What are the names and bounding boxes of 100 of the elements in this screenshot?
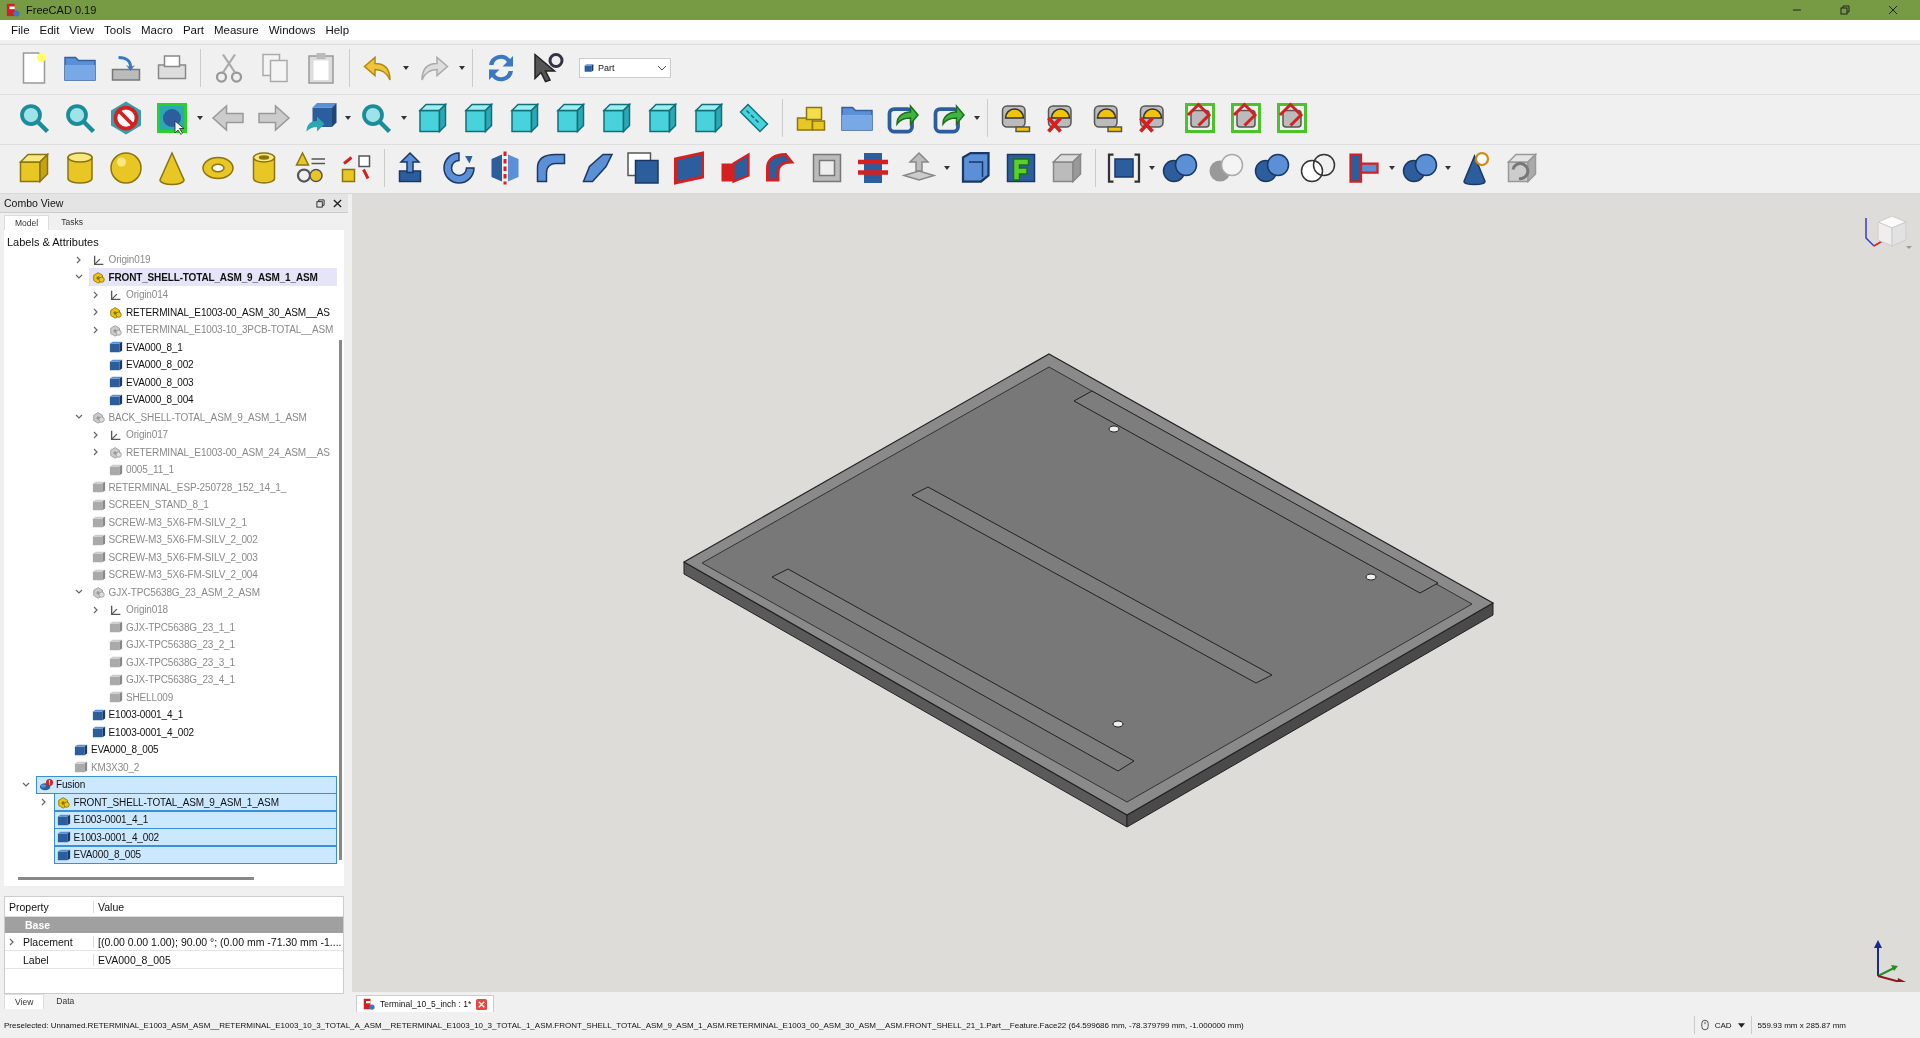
caret-icon[interactable] [197,116,203,120]
cube-icon [109,340,123,355]
tree-item[interactable]: FRONT_SHELL-TOTAL_ASM_9_ASM_1_ASM [53,793,337,812]
caret-icon[interactable] [944,166,950,170]
chevron-icon[interactable] [92,325,100,334]
tree-item[interactable]: Origin019 [88,250,337,269]
tree-item[interactable]: SCREW-M3_5X6-FM-SILV_2_003 [88,548,337,567]
menu-item[interactable]: View [64,24,100,36]
menu-item[interactable]: Macro [135,24,178,36]
tree-item[interactable]: SHELL009 [106,688,337,707]
cube-icon [91,567,106,582]
caret-icon[interactable] [1149,166,1155,170]
restore-icon[interactable] [1840,5,1850,15]
scrollbar[interactable] [339,340,342,860]
cube-icon [91,550,106,565]
tab[interactable]: Model [4,215,50,230]
caret-icon[interactable] [1445,166,1451,170]
cube-icon [91,725,106,740]
tab[interactable]: Data [46,994,85,1009]
tape-measure-icon[interactable] [1274,100,1310,136]
tree-item[interactable]: FRONT_SHELL-TOTAL_ASM_9_ASM_1_ASM [88,268,337,287]
parts-icon [91,585,106,600]
chevron-icon[interactable] [74,255,83,264]
caret-icon[interactable] [974,116,980,120]
tree-item[interactable]: EVA000_8_004 [106,390,337,409]
tree-item[interactable]: Origin018 [106,600,337,619]
tree-item[interactable]: SCREW-M3_5X6-FM-SILV_2_004 [88,565,337,584]
tree-item[interactable]: GJX-TPC5638G_23_3_1 [106,653,337,672]
menu-item[interactable]: Tools [99,24,136,36]
tree-item[interactable]: SCREEN_STAND_8_1 [88,495,337,514]
tree-item[interactable]: GJX-TPC5638G_23_ASM_2_ASM [88,583,337,602]
tree-item[interactable]: E1003-0001_4_002 [53,828,337,847]
property-value[interactable]: EVA000_8_005 [93,953,343,966]
tree-item[interactable]: 0005_11_1 [106,460,337,479]
tree-item[interactable]: GJX-TPC5638G_23_2_1 [106,635,337,654]
tape-measure-icon[interactable] [1228,100,1264,136]
tree-item[interactable]: Origin017 [106,425,337,444]
cube-icon[interactable] [1049,150,1085,186]
tree-item[interactable]: RETERMINAL_E1003-00_ASM_30_ASM__AS [106,303,337,322]
tree-item[interactable]: BACK_SHELL-TOTAL_ASM_9_ASM_1_ASM [88,408,337,427]
panel-title: Combo View [4,197,64,209]
float-icon[interactable] [316,198,325,208]
no-entry-icon[interactable] [108,100,144,136]
tree-item[interactable]: GJX-TPC5638G_23_1_1 [106,618,337,637]
tree-item[interactable]: GJX-TPC5638G_23_4_1 [106,670,337,689]
tree-item[interactable]: Fusion [36,775,337,794]
tree-item[interactable]: E1003-0001_4_1 [88,705,337,724]
document-tab[interactable]: Terminal_10_5_inch : 1* [356,995,495,1012]
chevron-icon[interactable] [8,937,16,946]
parts-icon [56,795,71,810]
tree-item[interactable]: Origin014 [106,285,337,304]
tree-item[interactable]: EVA000_8_1 [106,338,337,357]
property-value[interactable]: [(0.00 0.00 1.00); 90.00 °; (0.00 mm -71.30 mm -1.... [93,935,343,948]
sphere-icon[interactable] [108,150,144,186]
caret-icon[interactable] [1737,1022,1745,1028]
caret-icon[interactable] [459,66,465,70]
cube-icon[interactable] [16,150,52,186]
tree-item[interactable]: RETERMINAL_ESP-250728_152_14_1_ [88,478,337,497]
cube-icon [56,830,71,845]
app-logo-icon [363,998,375,1010]
menu-item[interactable]: File [6,24,35,36]
caret-icon[interactable] [401,116,407,120]
tab[interactable]: View [4,994,45,1009]
menu-item[interactable]: Part [177,24,209,36]
mouse-icon [1700,1019,1709,1031]
tree-item[interactable]: SCREW-M3_5X6-FM-SILV_2_1 [88,513,337,532]
caret-icon[interactable] [403,66,409,70]
menu-item[interactable]: Windows [263,24,321,36]
tree-item[interactable]: RETERMINAL_E1003-10_3PCB-TOTAL__ASM [106,320,337,339]
menu-item[interactable]: Help [320,24,355,36]
tape-measure-icon[interactable] [1182,100,1218,136]
chevron-icon[interactable] [92,290,100,299]
chevron-icon[interactable] [92,430,100,439]
chevron-icon[interactable] [39,798,48,807]
chevron-icon[interactable] [92,448,100,457]
menu-item[interactable]: Measure [209,24,264,36]
menu-item[interactable]: Edit [34,24,65,36]
workbench-dropdown[interactable]: Part [579,58,671,78]
close-icon[interactable] [333,198,342,208]
tab[interactable]: Tasks [51,215,93,230]
caret-icon[interactable] [1389,166,1395,170]
navigation-style-dropdown[interactable]: CAD [1714,1020,1732,1030]
cube-icon [109,690,123,705]
property-name: Placement [22,935,74,948]
chevron-icon[interactable] [22,780,30,789]
tree-item[interactable]: RETERMINAL_E1003-00_ASM_24_ASM__AS [106,443,337,462]
tree-item[interactable]: EVA000_8_005 [71,740,337,759]
tree-item[interactable]: E1003-0001_4_002 [88,723,337,742]
cube-icon [109,357,123,372]
tree-item[interactable]: KM3X30_2 [71,758,337,777]
cube-icon [56,812,71,827]
tree-item[interactable]: EVA000_8_002 [106,355,337,374]
dimensions-text: 559.93 mm x 285.87 mm [1757,1020,1846,1030]
tree-item[interactable]: EVA000_8_003 [106,373,337,392]
tree-item[interactable]: SCREW-M3_5X6-FM-SILV_2_002 [88,530,337,549]
caret-icon[interactable] [345,116,351,120]
chevron-icon[interactable] [92,605,100,614]
tree-header: Labels & Attributes [6,235,100,250]
scrollbar[interactable] [18,877,254,880]
chevron-icon[interactable] [92,308,100,317]
